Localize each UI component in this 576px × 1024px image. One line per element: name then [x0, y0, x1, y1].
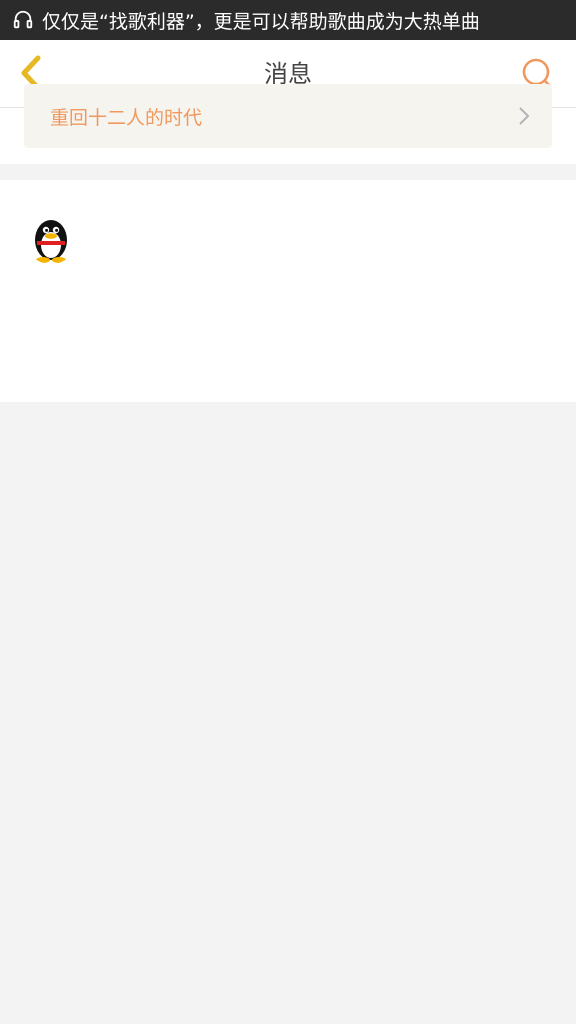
- avatar[interactable]: [24, 210, 78, 264]
- chevron-right-icon: [519, 107, 530, 125]
- list-item: [0, 180, 576, 402]
- message-list: 重回十二人的时代: [0, 84, 576, 402]
- list-item: 重回十二人的时代: [0, 84, 576, 164]
- headphones-icon: [13, 10, 33, 29]
- top-banner: 仅仅是“找歌利器”，更是可以帮助歌曲成为大热单曲: [0, 0, 576, 40]
- work-link[interactable]: 重回十二人的时代: [24, 84, 552, 148]
- banner-text: 仅仅是“找歌利器”，更是可以帮助歌曲成为大热单曲: [42, 10, 480, 33]
- divider: [0, 164, 576, 180]
- work-link-text: 重回十二人的时代: [50, 106, 203, 129]
- penguin-avatar-icon: [24, 210, 78, 264]
